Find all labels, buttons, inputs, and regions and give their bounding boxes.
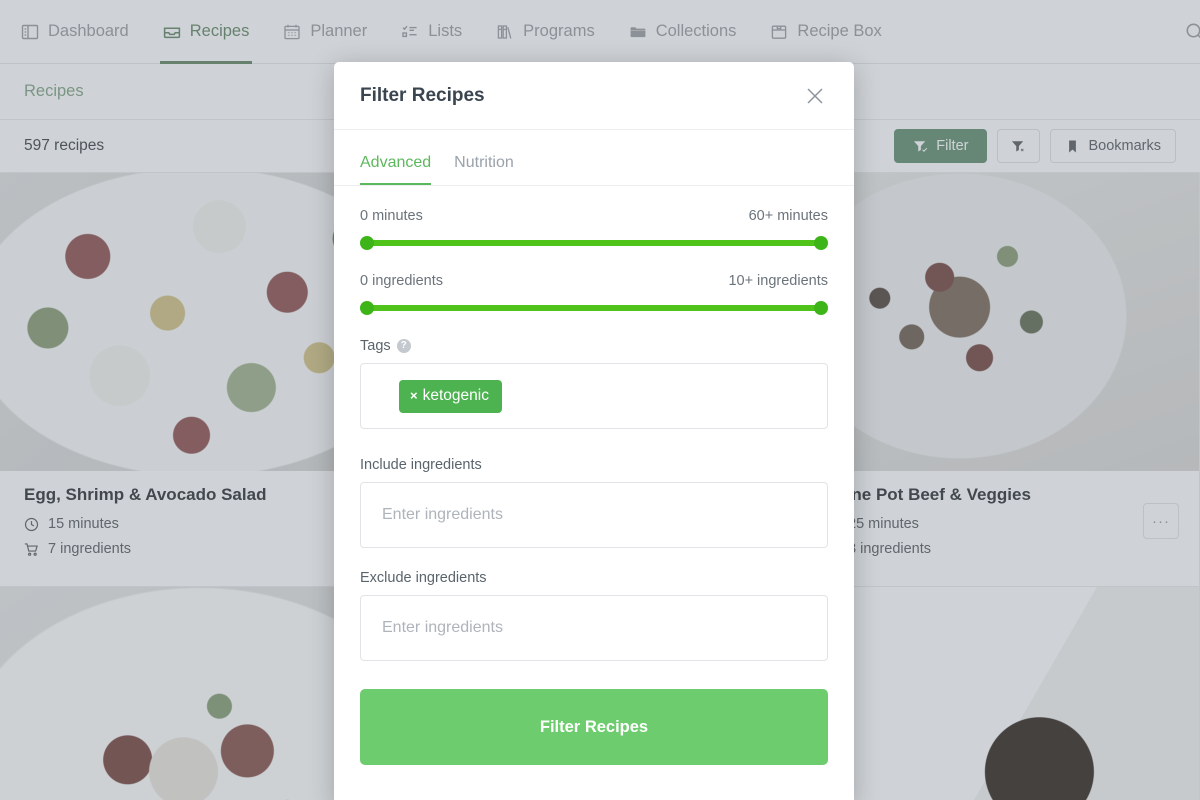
modal-body: 0 minutes 60+ minutes 0 ingredients 10+ … (334, 186, 854, 800)
close-icon (804, 85, 826, 107)
include-ingredients-box[interactable] (360, 482, 828, 548)
tag-chip-label: ketogenic (422, 386, 489, 404)
tags-input-box[interactable]: × ketogenic (360, 363, 828, 429)
ingredient-range-min-label: 0 ingredients (360, 273, 444, 289)
include-ingredients-label: Include ingredients (360, 457, 482, 473)
time-range-max-thumb[interactable] (814, 236, 828, 250)
filter-recipes-submit-button[interactable]: Filter Recipes (360, 689, 828, 765)
tag-remove-icon[interactable]: × (410, 388, 418, 403)
exclude-ingredients-box[interactable] (360, 595, 828, 661)
tags-label-row: Tags ? (360, 338, 828, 354)
time-range-group: 0 minutes 60+ minutes (360, 208, 828, 251)
app-root: Dashboard Recipes Planner Lists Programs… (0, 0, 1200, 800)
tag-chip-ketogenic[interactable]: × ketogenic (399, 379, 502, 413)
filter-recipes-modal: Filter Recipes Advanced Nutrition 0 minu… (334, 62, 854, 800)
time-range-min-label: 0 minutes (360, 208, 423, 224)
tab-advanced[interactable]: Advanced (360, 154, 440, 185)
time-range-max-label: 60+ minutes (748, 208, 828, 224)
ingredient-range-slider[interactable] (360, 300, 828, 316)
ingredient-range-max-thumb[interactable] (814, 301, 828, 315)
ingredient-range-min-thumb[interactable] (360, 301, 374, 315)
ingredient-range-group: 0 ingredients 10+ ingredients (360, 273, 828, 316)
include-ingredients-input[interactable] (380, 505, 811, 525)
tags-label: Tags (360, 338, 391, 354)
help-icon[interactable]: ? (396, 339, 411, 353)
modal-header: Filter Recipes (334, 62, 854, 130)
time-range-labels: 0 minutes 60+ minutes (360, 208, 828, 224)
exclude-ingredients-input[interactable] (380, 618, 811, 638)
modal-title: Filter Recipes (360, 84, 485, 106)
time-range-slider[interactable] (360, 235, 828, 251)
ingredient-range-bar (366, 305, 822, 311)
time-range-min-thumb[interactable] (360, 236, 374, 250)
exclude-ingredients-label: Exclude ingredients (360, 570, 487, 586)
close-button[interactable] (800, 81, 830, 111)
ingredient-range-max-label: 10+ ingredients (728, 273, 828, 289)
tab-nutrition[interactable]: Nutrition (454, 154, 523, 185)
modal-tabs: Advanced Nutrition (334, 130, 854, 186)
time-range-bar (366, 240, 822, 246)
ingredient-range-labels: 0 ingredients 10+ ingredients (360, 273, 828, 289)
